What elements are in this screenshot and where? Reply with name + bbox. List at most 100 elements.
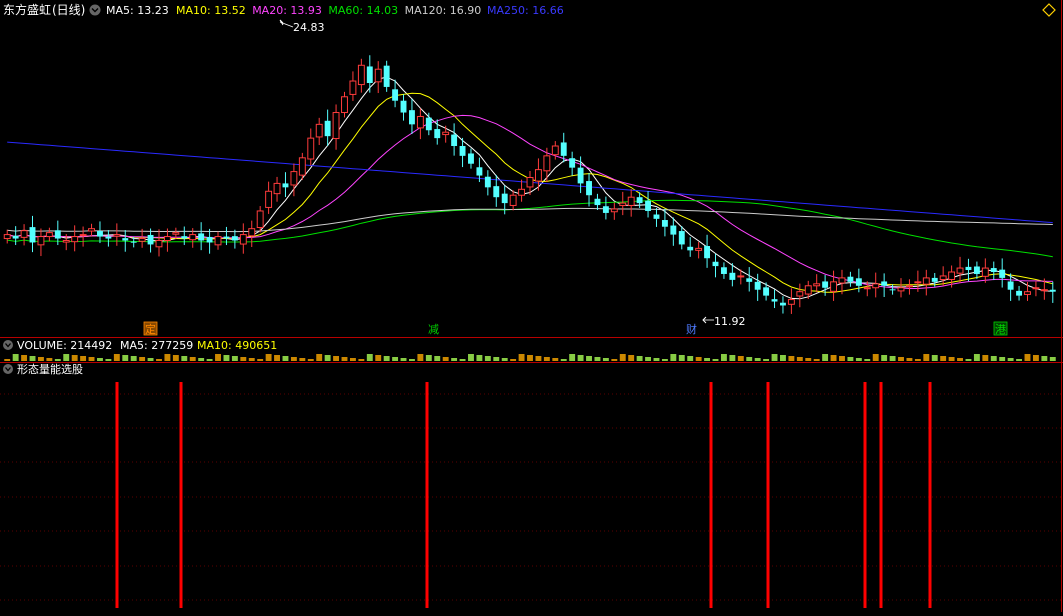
candle-body [122, 238, 129, 241]
signal-collapse-button[interactable] [3, 364, 13, 374]
candle-body [610, 208, 618, 213]
candle-body [476, 167, 483, 176]
candle-body [922, 277, 930, 285]
volume-bar [105, 359, 112, 361]
volume-bar [678, 355, 685, 361]
candle [105, 230, 112, 247]
candle-body [392, 89, 399, 101]
volume-bar [636, 356, 643, 361]
volume-bar [223, 355, 230, 361]
volume-bar [771, 354, 778, 361]
event-marker-cai[interactable]: 财 [686, 322, 697, 336]
volume-bar [341, 357, 348, 361]
candle [239, 223, 247, 254]
candle-body [324, 120, 331, 137]
candle-body [881, 281, 888, 286]
candle-body [594, 198, 601, 206]
volume-bar [147, 358, 154, 361]
candle-body [560, 142, 567, 156]
ma-readout: MA250: 16.66 [487, 4, 564, 17]
volume-bar [375, 355, 382, 361]
volume-bar [417, 354, 424, 361]
candle-body [256, 210, 264, 229]
signal-bar [863, 382, 867, 608]
volume-bar [973, 354, 980, 361]
candle-body [931, 277, 938, 282]
candle-body [147, 234, 154, 245]
chevron-down-icon[interactable] [89, 4, 101, 16]
event-marker-jian[interactable]: 减 [428, 323, 439, 336]
candle [670, 217, 677, 246]
volume-bar [248, 358, 255, 361]
candle-body [248, 228, 256, 237]
candle-body [332, 112, 340, 140]
candle-body [451, 134, 458, 146]
stock-name: 东方盛虹 [3, 2, 51, 17]
signal-bar [766, 382, 770, 608]
volume-bar [299, 358, 306, 361]
candle [543, 147, 551, 183]
event-marker-gang[interactable]: 港 [993, 321, 1008, 336]
chevron-down-icon[interactable] [3, 340, 13, 350]
candle-body [712, 261, 719, 267]
volume-bar [855, 358, 862, 361]
candle-body [1040, 289, 1048, 292]
volume-bar [130, 356, 137, 361]
volume-bar [839, 356, 845, 361]
volume-bar [661, 359, 668, 361]
candle-body [198, 233, 205, 241]
candle [315, 117, 323, 146]
candle-body [737, 275, 745, 278]
candle-body [54, 230, 61, 239]
volume-bar [1032, 355, 1039, 361]
volume-bar [889, 356, 896, 361]
volume-bar [459, 359, 466, 361]
event-marker-ding[interactable]: 定 [143, 321, 158, 336]
ma-dropdown-button[interactable] [89, 4, 101, 16]
candle [754, 273, 761, 301]
volume-bar [71, 355, 78, 361]
candle [594, 193, 601, 210]
candle-body [586, 181, 592, 196]
volume-bar [754, 358, 761, 361]
candle [113, 223, 121, 246]
volume-bar [231, 356, 238, 361]
candle [830, 270, 838, 301]
candle-body [999, 269, 1006, 278]
volume-bar [1024, 354, 1031, 361]
candle-body [645, 200, 651, 211]
candle-body [231, 236, 238, 241]
candle-body [754, 281, 761, 290]
event-marker-label: 减 [428, 323, 439, 336]
candle-body [695, 247, 703, 251]
candle-body [704, 246, 711, 259]
signal-bars [115, 382, 932, 608]
volume-collapse-button[interactable] [3, 340, 13, 350]
chart-canvas[interactable]: 东方盛虹 (日线) MA5: 13.23 MA10: 13.52 MA20: 13.… [0, 0, 1063, 612]
candle-body [990, 268, 997, 272]
volume-title: VOLUME: 214492 [17, 339, 112, 352]
volume-bar [46, 358, 53, 361]
volume-header: VOLUME: 214492 MA5: 277259 MA10: 490651 [3, 339, 277, 352]
volume-bar [720, 354, 727, 361]
volume-bar [906, 358, 913, 361]
candle [872, 272, 880, 298]
volume-bar [552, 358, 559, 361]
chevron-down-icon[interactable] [3, 364, 13, 374]
candle [71, 225, 79, 252]
candle [307, 128, 315, 166]
candle [451, 123, 458, 156]
candle-body [37, 236, 45, 246]
candle-body [863, 287, 871, 290]
candle [147, 228, 154, 253]
candle [990, 261, 997, 281]
volume-bar [215, 354, 221, 361]
volume-bar [940, 356, 947, 361]
candle-body [12, 235, 19, 239]
candle-body [88, 228, 95, 232]
candle [981, 258, 989, 283]
candle [787, 288, 795, 314]
candle [374, 61, 382, 94]
diamond-icon[interactable] [1042, 3, 1056, 17]
volume-bar [501, 358, 508, 361]
